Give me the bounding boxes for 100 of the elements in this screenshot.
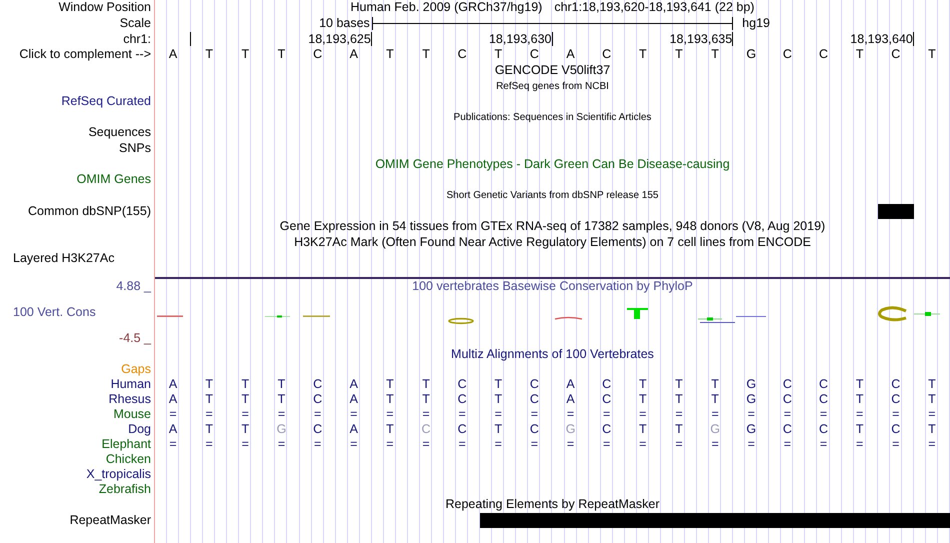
track-title: 100 vertebrates Basewise Conservation by PhyloP — [412, 278, 693, 294]
track-title: Multiz Alignments of 100 Vertebrates — [451, 346, 654, 362]
track-label[interactable]: Layered H3K27Ac — [13, 250, 114, 266]
tick-mark — [370, 32, 372, 46]
track-title: Short Genetic Variants from dbSNP release 155 — [446, 189, 658, 203]
aligned-base: = — [784, 406, 792, 422]
aligned-base: = — [748, 436, 755, 452]
row-label[interactable]: chr1: — [123, 32, 151, 47]
track-label[interactable]: SNPs — [119, 141, 151, 156]
base-letter[interactable]: T — [639, 47, 647, 62]
track-title: RefSeq genes from NCBI — [496, 80, 609, 94]
base-letter[interactable]: T — [242, 47, 250, 62]
aligned-base: C — [313, 422, 322, 437]
base-letter[interactable]: G — [746, 47, 756, 62]
aligned-base: = — [639, 436, 646, 452]
track-label[interactable]: RefSeq Curated — [61, 94, 151, 110]
aligned-base: = — [314, 436, 322, 452]
aligned-base: G — [566, 422, 576, 437]
aligned-base: = — [278, 436, 286, 452]
assembly-label: hg19 — [741, 16, 770, 31]
species-label[interactable]: X_tropicalis — [86, 466, 151, 482]
aligned-base: T — [928, 376, 936, 392]
base-letter[interactable]: C — [530, 47, 539, 62]
aligned-base: = — [675, 436, 683, 452]
complement-link[interactable]: Click to complement --> — [19, 47, 151, 62]
aligned-base: A — [566, 376, 575, 392]
track-label[interactable]: Sequences — [88, 125, 151, 140]
aligned-base: = — [314, 406, 322, 422]
base-letter[interactable]: C — [819, 47, 828, 62]
position-label: 18,193,630 — [488, 32, 552, 47]
aligned-base: = — [242, 406, 249, 422]
track-label[interactable]: 100 Vert. Cons — [0, 304, 96, 320]
aligned-base: T — [386, 422, 394, 437]
aligned-base: T — [205, 376, 214, 392]
base-letter[interactable]: T — [711, 47, 719, 62]
aligned-base: T — [928, 422, 936, 437]
base-letter[interactable]: T — [494, 47, 502, 62]
aligned-base: T — [639, 422, 647, 437]
track-title: Publications: Sequences in Scientific Articles — [454, 110, 652, 125]
base-letter[interactable]: T — [928, 47, 936, 62]
aligned-base: T — [242, 422, 250, 437]
species-label[interactable]: Elephant — [102, 436, 151, 452]
base-letter[interactable]: C — [891, 47, 900, 62]
aligned-base: T — [422, 392, 430, 407]
species-label[interactable]: Dog — [128, 422, 151, 437]
track-title: OMIM Gene Phenotypes - Dark Green Can Be Disease-causing — [375, 156, 730, 172]
aligned-base: T — [711, 376, 719, 392]
base-letter[interactable]: T — [205, 47, 214, 62]
base-letter[interactable]: A — [350, 47, 358, 62]
aligned-base: = — [530, 406, 538, 422]
track-label[interactable]: Common dbSNP(155) — [28, 204, 151, 219]
aligned-base: T — [639, 376, 647, 392]
feature-block[interactable] — [480, 512, 516, 528]
aligned-base: C — [891, 422, 900, 437]
aligned-base: T — [675, 376, 683, 392]
track-label[interactable]: OMIM Genes — [76, 172, 151, 188]
scale-text: 10 bases — [319, 16, 371, 31]
base-letter[interactable]: C — [602, 47, 612, 62]
base-letter[interactable]: T — [278, 47, 286, 62]
base-letter[interactable]: A — [566, 47, 575, 62]
aligned-base: T — [205, 392, 214, 407]
aligned-base: = — [422, 406, 430, 422]
aligned-base: = — [928, 406, 936, 422]
aligned-base: = — [639, 406, 646, 422]
tick-mark — [732, 32, 734, 46]
base-letter[interactable]: T — [386, 47, 394, 62]
aligned-base: = — [603, 406, 610, 422]
row-label[interactable]: Window Position — [58, 0, 151, 16]
base-letter[interactable]: T — [422, 47, 430, 62]
base-letter[interactable]: T — [675, 47, 683, 62]
species-label[interactable]: Chicken — [106, 452, 151, 467]
species-label[interactable]: Mouse — [113, 406, 151, 422]
species-label[interactable]: Rhesus — [108, 392, 151, 407]
aligned-base: G — [746, 422, 756, 437]
base-letter[interactable]: C — [313, 47, 322, 62]
aligned-base: G — [276, 422, 286, 437]
assembly-name: Human Feb. 2009 (GRCh37/hg19) — [350, 0, 542, 16]
aligned-base: = — [566, 406, 574, 422]
aligned-base: C — [819, 392, 828, 407]
aligned-base: T — [278, 392, 286, 407]
aligned-base: C — [530, 422, 539, 437]
base-letter[interactable]: T — [856, 47, 864, 62]
aligned-base: A — [168, 376, 178, 392]
aligned-base: = — [242, 436, 249, 452]
track-label[interactable]: RepeatMasker — [70, 512, 151, 528]
aligned-base: C — [458, 422, 467, 437]
tick-mark — [912, 32, 914, 46]
aligned-base: T — [386, 392, 394, 407]
aligned-base: = — [206, 406, 213, 422]
row-label[interactable]: Scale — [120, 16, 151, 31]
species-label[interactable]: Human — [110, 376, 151, 392]
base-letter[interactable]: A — [168, 47, 178, 62]
base-letter[interactable]: C — [458, 47, 467, 62]
species-label[interactable]: Zebrafish — [98, 482, 151, 497]
aligned-base: C — [782, 422, 792, 437]
aligned-base: T — [639, 392, 647, 407]
feature-block[interactable] — [878, 204, 914, 219]
base-letter[interactable]: C — [782, 47, 792, 62]
feature-block[interactable] — [914, 512, 950, 528]
aligned-base: C — [891, 376, 900, 392]
